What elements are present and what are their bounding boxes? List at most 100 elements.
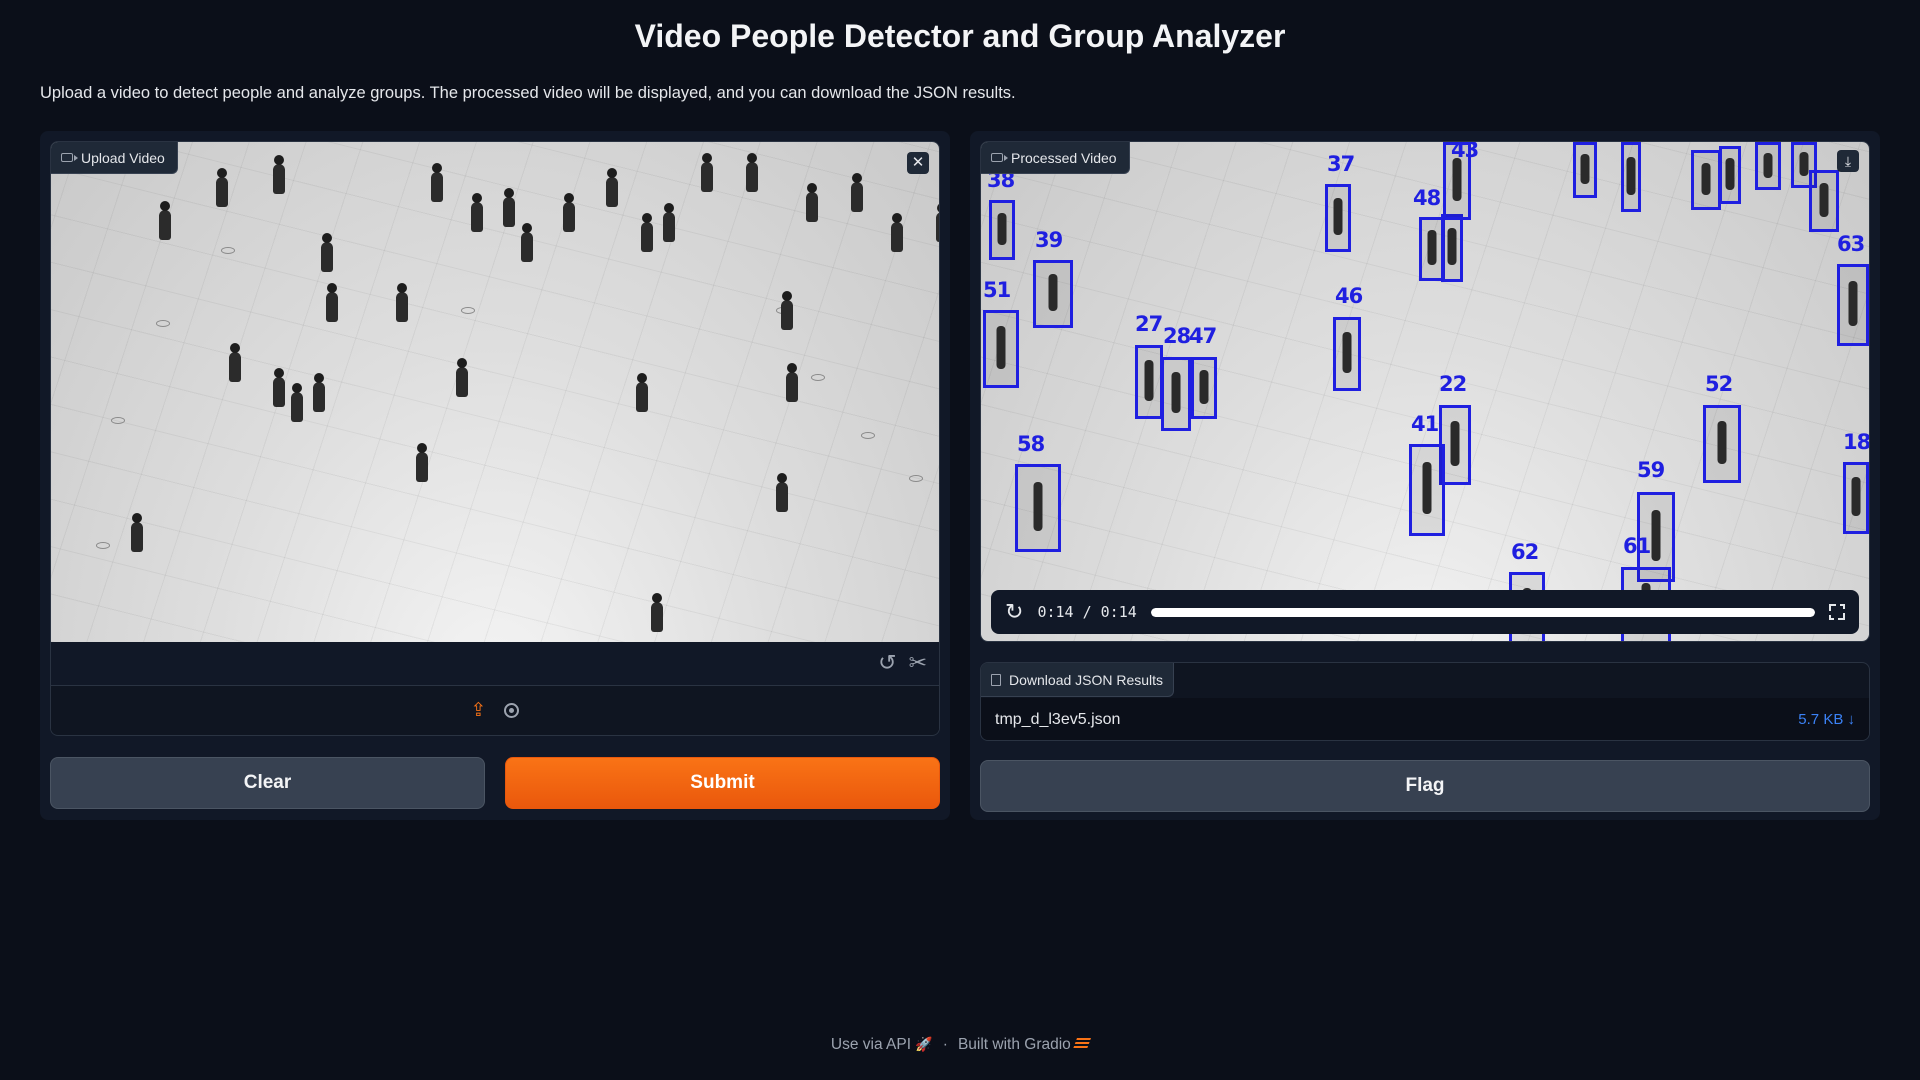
person xyxy=(313,373,325,412)
detection-box xyxy=(1837,264,1869,346)
file-icon xyxy=(991,673,1001,686)
replay-icon[interactable]: ↻ xyxy=(1005,599,1023,625)
detection-box xyxy=(1409,444,1445,536)
trim-icons: ↺ ✂ xyxy=(878,650,927,676)
person xyxy=(396,283,408,322)
download-icon[interactable]: ⤓ xyxy=(1837,150,1859,172)
person xyxy=(651,593,663,632)
detection-box xyxy=(1333,317,1361,391)
person xyxy=(606,168,618,207)
person xyxy=(159,201,171,240)
scissors-icon[interactable]: ✂ xyxy=(909,650,927,676)
page-description: Upload a video to detect people and anal… xyxy=(40,84,1016,102)
detection-box xyxy=(1191,357,1217,419)
floor-marking xyxy=(221,247,235,254)
file-name[interactable]: tmp_d_l3ev5.json xyxy=(995,711,1120,729)
upload-video-label-text: Upload Video xyxy=(81,149,165,166)
detection-id: 18 xyxy=(1843,430,1869,454)
use-via-api-label: Use via API xyxy=(830,1036,912,1053)
person xyxy=(416,443,428,482)
floor-marking xyxy=(909,475,923,482)
person xyxy=(781,291,793,330)
person xyxy=(776,473,788,512)
detection-box xyxy=(1809,170,1839,232)
download-json-label: Download JSON Results xyxy=(1009,671,1164,688)
download-arrow-icon: ↓ xyxy=(1847,711,1856,728)
detection-id: 43 xyxy=(1451,142,1479,162)
detection-id: 63 xyxy=(1837,232,1865,256)
detection-id: 22 xyxy=(1439,372,1467,396)
video-controls: ↻ 0:14 / 0:14 xyxy=(991,590,1859,634)
detection-id: 27 xyxy=(1135,312,1163,336)
detection-box xyxy=(1441,214,1463,282)
output-panel: Processed Video ⤓ 38 39 51 27 28 47 37 4… xyxy=(970,131,1880,820)
detection-id: 59 xyxy=(1637,458,1665,482)
footer: Use via API 🚀 · Built with Gradio xyxy=(0,1036,1920,1054)
detection-id: 47 xyxy=(1189,324,1217,348)
detection-box xyxy=(1161,357,1191,431)
file-size-download-link[interactable]: 5.7 KB ↓ xyxy=(1798,711,1855,728)
detection-box xyxy=(989,200,1015,260)
detection-id: 51 xyxy=(983,278,1011,302)
detection-box xyxy=(1691,150,1721,210)
detection-box xyxy=(1573,142,1597,198)
use-via-api-link[interactable]: Use via API 🚀 xyxy=(831,1036,933,1054)
source-selector: ⇪ xyxy=(51,687,939,734)
person xyxy=(521,223,533,262)
floor-marking xyxy=(96,542,110,549)
detection-box xyxy=(1755,142,1781,190)
built-with-gradio-link[interactable]: Built with Gradio xyxy=(957,1036,1092,1054)
processed-video-label: Processed Video xyxy=(981,142,1130,174)
floor-marking xyxy=(811,374,825,381)
detection-box xyxy=(1015,464,1061,552)
input-video-frame[interactable] xyxy=(51,142,939,642)
person xyxy=(746,153,758,192)
rocket-icon: 🚀 xyxy=(915,1036,933,1052)
undo-icon[interactable]: ↺ xyxy=(878,650,896,676)
detection-box xyxy=(1719,146,1741,204)
time-display: 0:14 / 0:14 xyxy=(1037,603,1137,621)
person xyxy=(471,193,483,232)
detection-id: 37 xyxy=(1327,152,1355,176)
close-icon[interactable]: ✕ xyxy=(907,152,929,174)
floor-marking xyxy=(111,417,125,424)
floor-marking xyxy=(461,307,475,314)
page-title: Video People Detector and Group Analyzer xyxy=(634,18,1286,54)
person xyxy=(273,368,285,407)
detection-id: 41 xyxy=(1411,412,1439,436)
person xyxy=(563,193,575,232)
built-with-label: Built with Gradio xyxy=(957,1036,1071,1053)
webcam-icon[interactable] xyxy=(504,703,520,718)
person xyxy=(786,363,798,402)
person xyxy=(891,213,903,252)
processed-video-frame[interactable]: 38 39 51 27 28 47 37 46 48 43 22 41 52 5… xyxy=(981,142,1869,641)
fullscreen-icon[interactable] xyxy=(1829,604,1845,620)
person xyxy=(701,153,713,192)
submit-button[interactable]: Submit xyxy=(505,757,940,809)
person xyxy=(851,173,863,212)
upload-video-label: Upload Video xyxy=(51,142,178,174)
video-camera-icon xyxy=(991,153,1008,162)
detection-id: 61 xyxy=(1623,534,1651,558)
person xyxy=(636,373,648,412)
page: Video People Detector and Group Analyzer… xyxy=(0,0,1920,1080)
person xyxy=(216,168,228,207)
person xyxy=(503,188,515,227)
person xyxy=(326,283,338,322)
detection-id: 46 xyxy=(1335,284,1363,308)
progress-bar[interactable] xyxy=(1150,607,1815,617)
detection-box xyxy=(1033,260,1073,328)
flag-button[interactable]: Flag xyxy=(980,760,1870,812)
person xyxy=(131,513,143,552)
upload-icon[interactable]: ⇪ xyxy=(471,699,487,722)
detection-box xyxy=(1843,462,1869,534)
person xyxy=(456,358,468,397)
input-panel: Upload Video ✕ ↺ ✂ ⇪ Clear Submit xyxy=(40,131,950,820)
detection-id: 52 xyxy=(1705,372,1733,396)
file-size: 5.7 KB xyxy=(1798,711,1844,728)
file-row[interactable]: tmp_d_l3ev5.json 5.7 KB ↓ xyxy=(981,698,1869,740)
clear-button[interactable]: Clear xyxy=(50,757,485,809)
detection-box xyxy=(983,310,1019,388)
detection-id: 62 xyxy=(1511,540,1539,564)
trim-toolbar: ↺ ✂ xyxy=(51,642,939,686)
